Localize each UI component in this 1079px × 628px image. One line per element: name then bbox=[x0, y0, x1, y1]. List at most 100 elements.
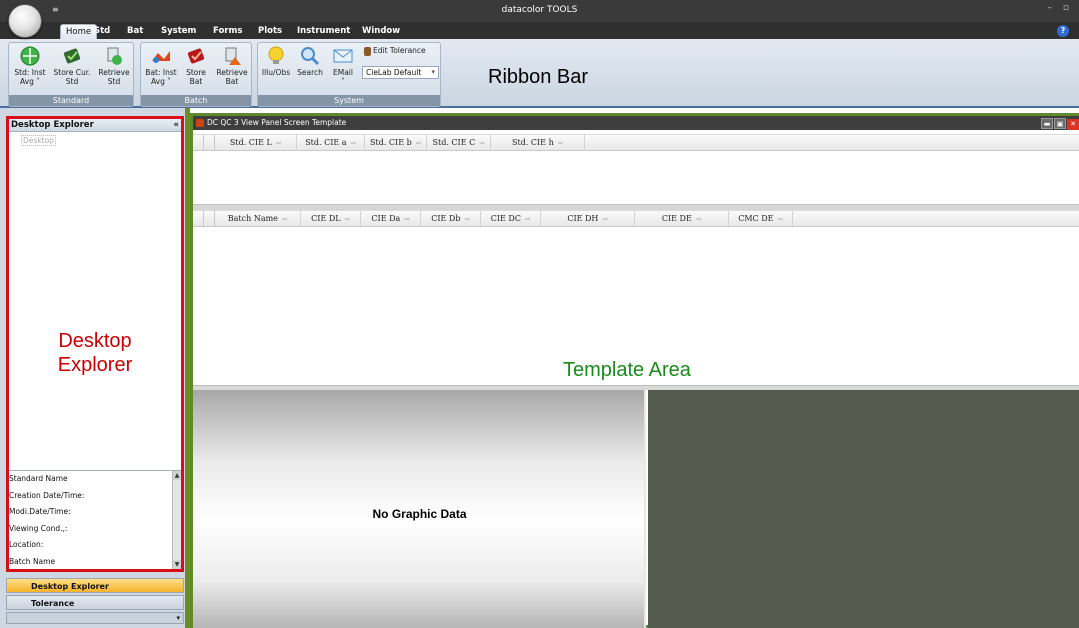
pin-icon[interactable]: ⫤ bbox=[404, 215, 409, 223]
properties-scrollbar[interactable]: ▲ ▼ bbox=[172, 471, 181, 569]
bat-inst-avg-label: Bat: Inst Avg ˅ bbox=[145, 68, 177, 86]
pin-icon[interactable]: ⫤ bbox=[276, 139, 281, 147]
store-std-icon bbox=[63, 48, 81, 64]
search-button[interactable]: Search bbox=[294, 45, 326, 77]
column-batch-name[interactable]: Batch Name ⫤ bbox=[215, 211, 301, 227]
ribbon-group-label: Standard bbox=[9, 95, 133, 106]
edit-tolerance-button[interactable]: Edit Tolerance bbox=[364, 46, 426, 56]
nav-desktop-explorer[interactable]: Desktop Explorer bbox=[6, 578, 184, 593]
ribbon-bar-annotation: Ribbon Bar bbox=[488, 66, 589, 88]
property-standard-name: Standard Name bbox=[9, 474, 68, 483]
column-std-cie-a[interactable]: Std. CIE a ⫤ bbox=[297, 135, 365, 151]
template-area: DC QC 3 View Panel Screen Template ▬ ▣ ✕ S… bbox=[190, 113, 1079, 628]
window-controls[interactable]: – ▫ bbox=[1048, 3, 1073, 13]
pin-icon[interactable]: ⫤ bbox=[416, 139, 421, 147]
pin-icon[interactable]: ⫤ bbox=[282, 215, 287, 223]
nav-more-chevron-icon[interactable]: ▾ bbox=[6, 612, 184, 624]
row-header bbox=[203, 211, 215, 227]
column-std-cie-h[interactable]: Std. CIE h ⫤ bbox=[491, 135, 585, 151]
property-location: Location: bbox=[9, 540, 44, 549]
batch-grid-header: Batch Name ⫤ CIE DL ⫤ CIE Da ⫤ CIE Db ⫤ CIE … bbox=[193, 210, 1079, 227]
edit-tolerance-label: Edit Tolerance bbox=[373, 46, 426, 55]
std-inst-avg-label: Std: Inst Avg ˅ bbox=[14, 68, 46, 86]
column-cie-dc[interactable]: CIE DC ⫤ bbox=[481, 211, 541, 227]
lightbulb-icon bbox=[268, 46, 284, 64]
column-std-cie-c[interactable]: Std. CIE C ⫤ bbox=[427, 135, 491, 151]
column-cie-db[interactable]: CIE Db ⫤ bbox=[421, 211, 481, 227]
graphic-panel: No Graphic Data bbox=[193, 390, 646, 628]
pin-icon[interactable]: ⫤ bbox=[525, 215, 530, 223]
column-cie-de[interactable]: CIE DE ⫤ bbox=[635, 211, 729, 227]
tab-window[interactable]: Window bbox=[357, 24, 405, 39]
pin-icon[interactable]: ⫤ bbox=[558, 139, 563, 147]
pin-icon[interactable]: ⫤ bbox=[351, 139, 356, 147]
std-inst-avg-button[interactable]: Std: Inst Avg ˅ bbox=[11, 45, 49, 86]
application-menu-orb[interactable] bbox=[8, 4, 42, 38]
tolerance-select-value: CieLab Default bbox=[366, 68, 422, 77]
close-icon[interactable]: ✕ bbox=[1067, 119, 1079, 130]
store-cur-std-label: Store Cur. Std bbox=[53, 68, 91, 86]
chevron-down-icon: ▾ bbox=[431, 68, 435, 76]
scroll-up-icon[interactable]: ▲ bbox=[173, 471, 181, 480]
scroll-down-icon[interactable]: ▼ bbox=[173, 560, 181, 569]
ribbon-tab-row: Home Std Bat System Forms Plots Instrume… bbox=[0, 22, 1079, 39]
ribbon-group-batch: Bat: Inst Avg ˅ Store Bat Retrieve Bat B… bbox=[140, 42, 252, 107]
maximize-icon[interactable]: ▣ bbox=[1054, 118, 1066, 129]
template-window-header: DC QC 3 View Panel Screen Template ▬ ▣ ✕ bbox=[193, 116, 1079, 130]
desktop-explorer-header: Desktop Explorer « bbox=[9, 119, 181, 132]
ribbon-group-label: Batch bbox=[141, 95, 251, 106]
retrieve-bat-button[interactable]: Retrieve Bat bbox=[213, 45, 251, 86]
row-header bbox=[203, 135, 215, 151]
desktop-explorer-annotation: Desktop Explorer bbox=[57, 330, 133, 376]
store-bat-label: Store Bat bbox=[186, 68, 206, 86]
pin-icon[interactable]: ⫤ bbox=[464, 215, 469, 223]
property-modi-date: Modi.Date/Time: bbox=[9, 507, 71, 516]
retrieve-bat-icon bbox=[225, 47, 241, 65]
envelope-icon bbox=[333, 49, 353, 63]
column-cie-dh[interactable]: CIE DH ⫤ bbox=[541, 211, 635, 227]
tab-std[interactable]: Std bbox=[89, 24, 115, 39]
tolerance-icon bbox=[364, 46, 371, 56]
column-std-cie-l[interactable]: Std. CIE L ⫤ bbox=[215, 135, 297, 151]
search-icon bbox=[301, 47, 320, 66]
bat-inst-avg-button[interactable]: Bat: Inst Avg ˅ bbox=[143, 45, 179, 86]
ribbon-group-system: Illu/Obs Search EMail ˅ Edit Tolerance C… bbox=[257, 42, 441, 107]
pin-icon[interactable]: ⫤ bbox=[777, 215, 782, 223]
pin-icon[interactable]: ⫤ bbox=[602, 215, 607, 223]
illu-obs-button[interactable]: Illu/Obs bbox=[260, 45, 292, 77]
email-label: EMail ˅ bbox=[333, 68, 353, 86]
tree-item-desktop[interactable]: Desktop bbox=[21, 135, 56, 146]
retrieve-std-button[interactable]: Retrieve Std bbox=[95, 45, 133, 86]
column-std-cie-b[interactable]: Std. CIE b ⫤ bbox=[365, 135, 427, 151]
tab-instrument[interactable]: Instrument bbox=[292, 24, 355, 39]
tab-bat[interactable]: Bat bbox=[122, 24, 148, 39]
store-cur-std-button[interactable]: Store Cur. Std bbox=[53, 45, 91, 86]
tab-plots[interactable]: Plots bbox=[253, 24, 287, 39]
standard-grid-header: Std. CIE L ⫤ Std. CIE a ⫤ Std. CIE b ⫤ Std.… bbox=[193, 134, 1079, 151]
tab-system[interactable]: System bbox=[156, 24, 201, 39]
desktop-explorer-title: Desktop Explorer bbox=[11, 120, 94, 130]
column-cie-da[interactable]: CIE Da ⫤ bbox=[361, 211, 421, 227]
ribbon-group-label: System bbox=[258, 95, 440, 106]
collapse-icon[interactable]: « bbox=[174, 119, 180, 131]
template-icon bbox=[196, 119, 204, 127]
store-bat-button[interactable]: Store Bat bbox=[181, 45, 211, 86]
pin-icon[interactable]: ⫤ bbox=[345, 215, 350, 223]
minimize-icon[interactable]: ▬ bbox=[1041, 118, 1053, 129]
search-label: Search bbox=[297, 68, 323, 77]
title-bar: ≡ datacolor TOOLS – ▫ bbox=[0, 0, 1079, 22]
property-viewing-cond: Viewing Cond.,: bbox=[9, 523, 68, 533]
retrieve-std-label: Retrieve Std bbox=[98, 68, 130, 86]
pin-icon[interactable]: ⫤ bbox=[696, 215, 701, 223]
help-icon[interactable]: ? bbox=[1057, 25, 1069, 37]
store-bat-icon bbox=[187, 48, 205, 64]
property-batch-name: Batch Name bbox=[9, 556, 56, 566]
column-cmc-de[interactable]: CMC DE ⫤ bbox=[729, 211, 793, 227]
tolerance-select[interactable]: CieLab Default ▾ bbox=[362, 66, 439, 79]
tab-forms[interactable]: Forms bbox=[208, 24, 247, 39]
column-cie-dl[interactable]: CIE DL ⫤ bbox=[301, 211, 361, 227]
graphic-panel-secondary bbox=[648, 390, 1079, 628]
email-button[interactable]: EMail ˅ bbox=[328, 45, 358, 86]
pin-icon[interactable]: ⫤ bbox=[479, 139, 484, 147]
nav-tolerance[interactable]: Tolerance bbox=[6, 595, 184, 610]
